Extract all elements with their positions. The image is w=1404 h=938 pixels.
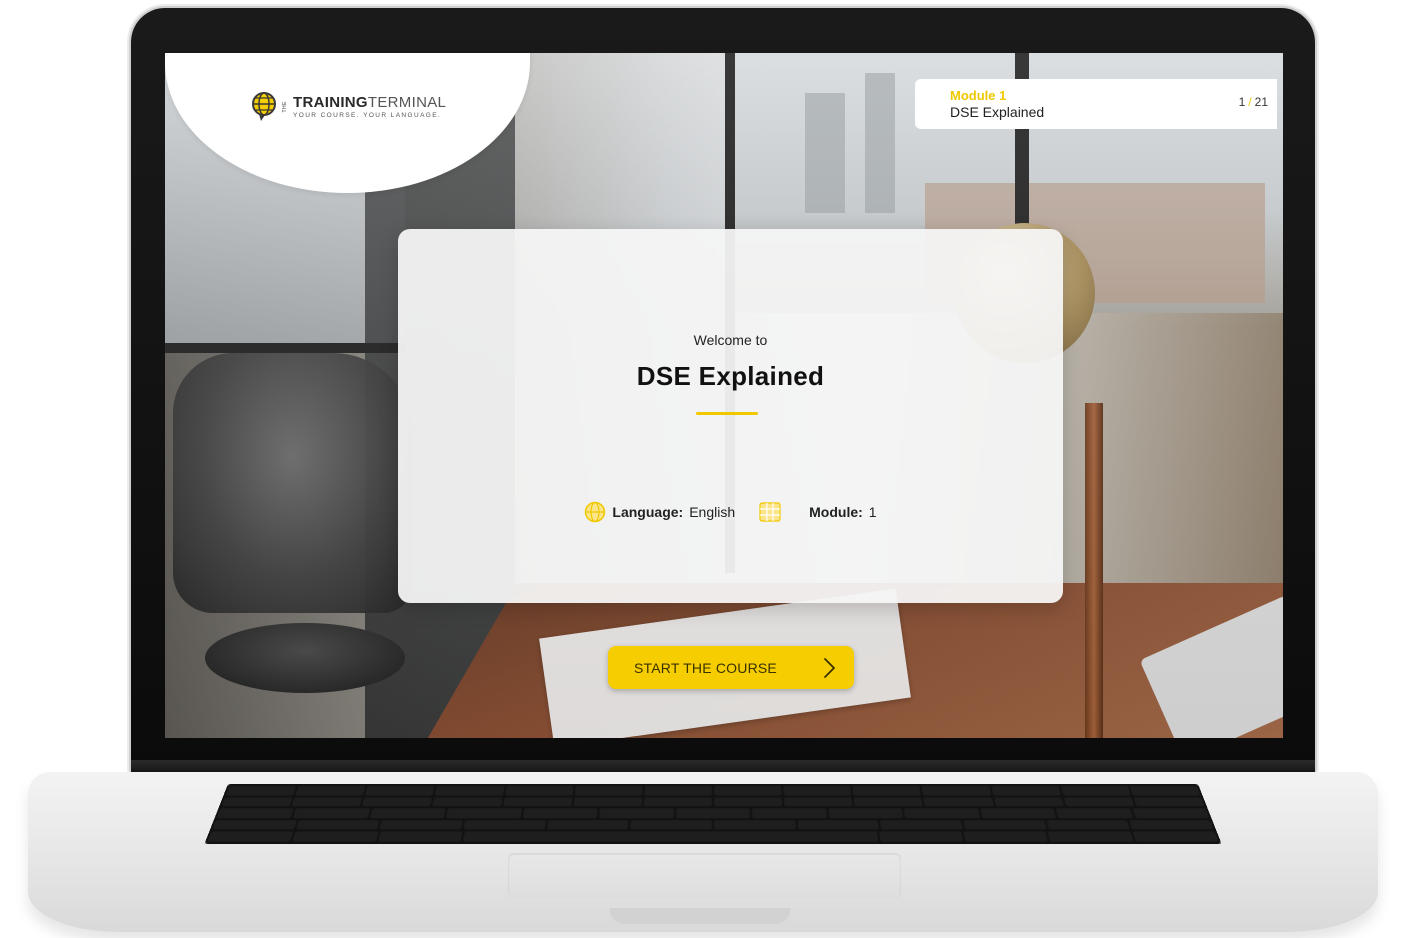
logo-prefix: THE — [282, 101, 288, 113]
module-meta-value: 1 — [868, 504, 877, 520]
course-title: DSE Explained — [636, 361, 825, 391]
language-value: English — [689, 504, 736, 520]
globe-chat-icon — [252, 92, 276, 121]
logo[interactable]: THE TRAININGTERMINAL YOUR COURSE. YOUR L… — [250, 91, 446, 123]
module-panel: Module 1 DSE Explained 1/21 — [915, 79, 1277, 129]
start-course-label: START THE COURSE — [634, 659, 777, 676]
module-meta-label: Module: — [809, 504, 863, 520]
page-current: 1 — [1238, 95, 1246, 109]
language-meta: Language: English — [584, 501, 735, 523]
logo-name-bold: TRAINING — [293, 94, 368, 111]
start-course-button[interactable]: START THE COURSE — [608, 646, 854, 689]
welcome-pretitle: Welcome to — [693, 332, 768, 348]
course-screen: THE TRAININGTERMINAL YOUR COURSE. YOUR L… — [165, 53, 1283, 738]
page-separator: / — [1248, 95, 1252, 109]
globe-icon — [585, 501, 606, 523]
module-meta: Module: 1 — [759, 501, 877, 523]
laptop-mockup: THE TRAININGTERMINAL YOUR COURSE. YOUR L… — [0, 0, 1404, 938]
logo-name: TRAININGTERMINAL — [293, 95, 446, 111]
chevron-right-icon — [824, 658, 835, 678]
keyboard — [204, 784, 1222, 844]
laptop-base-notch — [610, 908, 790, 924]
module-label: Module 1 — [950, 88, 1007, 103]
title-underline — [696, 412, 758, 415]
module-title: DSE Explained — [950, 104, 1045, 120]
course-meta: Language: English Module: 1 — [398, 501, 1063, 523]
logo-tagline: YOUR COURSE. YOUR LANGUAGE. — [293, 112, 442, 119]
trackpad — [508, 853, 901, 898]
grid-icon — [759, 502, 781, 522]
language-label: Language: — [612, 504, 684, 520]
page-total: 21 — [1254, 95, 1268, 109]
welcome-card: Welcome to DSE Explained Language: Engli… — [398, 229, 1063, 603]
page-counter: 1/21 — [1239, 95, 1268, 109]
logo-name-light: TERMINAL — [367, 94, 447, 111]
logo-text: TRAININGTERMINAL YOUR COURSE. YOUR LANGU… — [293, 95, 446, 120]
